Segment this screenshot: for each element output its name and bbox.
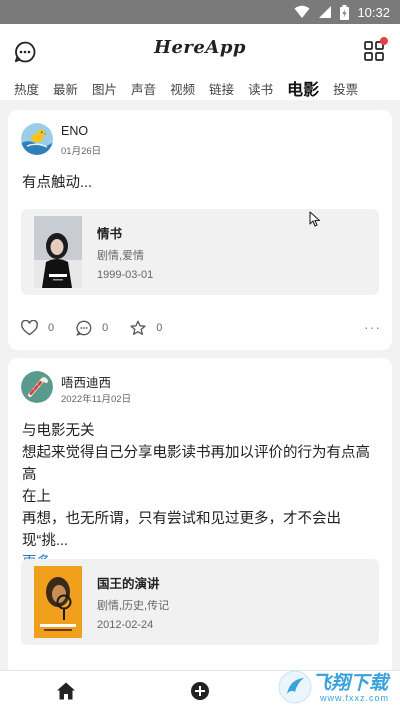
post-text-line: 与电影无关 bbox=[22, 423, 95, 439]
wifi-icon bbox=[294, 5, 310, 18]
comment-button[interactable]: 0 bbox=[76, 320, 108, 336]
author-name[interactable]: ENO bbox=[61, 124, 88, 138]
post-card[interactable]: 唔西迪西 2022年11月02日 与电影无关 想起来觉得自己分享电影读书再加以评… bbox=[8, 358, 392, 678]
tab-movies[interactable]: 电影 bbox=[287, 76, 319, 100]
status-time: 10:32 bbox=[357, 4, 390, 20]
movie-genre: 剧情,历史,传记 bbox=[97, 600, 170, 612]
apps-grid-icon[interactable] bbox=[363, 37, 388, 62]
movie-title: 国王的演讲 bbox=[97, 577, 160, 591]
tab-books[interactable]: 读书 bbox=[248, 79, 273, 98]
star-count: 0 bbox=[156, 322, 163, 334]
app-header: HereApp 热度 最新 图片 声音 视频 链接 读书 电影 投票 bbox=[0, 24, 400, 100]
watermark-logo: 飞翔下载 www.fxxz.com bbox=[278, 664, 398, 710]
tab-audio[interactable]: 声音 bbox=[131, 79, 156, 98]
star-icon bbox=[130, 320, 146, 335]
tab-links[interactable]: 链接 bbox=[209, 79, 234, 98]
heart-icon bbox=[21, 320, 38, 336]
comment-count: 0 bbox=[102, 322, 109, 334]
post-date: 01月26日 bbox=[61, 146, 102, 157]
signal-icon bbox=[319, 6, 332, 18]
tab-hot[interactable]: 热度 bbox=[14, 79, 39, 98]
watermark-text: 飞翔下载 bbox=[312, 673, 389, 694]
app-title: HereApp bbox=[153, 37, 247, 58]
post-text-line: 想起来觉得自己分享电影读书再加以评价的行为有点高高 bbox=[22, 445, 370, 483]
more-options-icon[interactable]: ··· bbox=[364, 320, 381, 334]
category-tabs: 热度 最新 图片 声音 视频 链接 读书 电影 投票 bbox=[0, 76, 400, 100]
post-text[interactable]: 与电影无关 想起来觉得自己分享电影读书再加以评价的行为有点高高 在上 再想，也无… bbox=[22, 420, 378, 574]
movie-poster bbox=[34, 566, 82, 638]
movie-attachment[interactable]: 国王的演讲 剧情,历史,传记 2012-02-24 bbox=[21, 559, 379, 645]
post-actions: 0 0 0 ··· bbox=[21, 317, 381, 339]
star-button[interactable]: 0 bbox=[130, 320, 162, 336]
movie-genre: 剧情,爱情 bbox=[97, 250, 145, 262]
comment-icon bbox=[76, 320, 92, 336]
add-post-icon[interactable] bbox=[190, 681, 210, 701]
movie-title: 情书 bbox=[97, 227, 123, 241]
movie-attachment[interactable]: 情书 剧情,爱情 1999-03-01 bbox=[21, 209, 379, 295]
like-button[interactable]: 0 bbox=[21, 320, 54, 336]
author-name[interactable]: 唔西迪西 bbox=[61, 372, 111, 391]
battery-icon bbox=[340, 4, 350, 20]
avatar[interactable] bbox=[21, 123, 53, 155]
movie-release-date: 1999-03-01 bbox=[97, 269, 154, 281]
post-date: 2022年11月02日 bbox=[61, 394, 132, 405]
notification-dot bbox=[380, 37, 388, 45]
post-text[interactable]: 有点触动... bbox=[22, 172, 378, 194]
tab-images[interactable]: 图片 bbox=[92, 79, 117, 98]
home-icon[interactable] bbox=[56, 681, 76, 701]
movie-release-date: 2012-02-24 bbox=[97, 619, 154, 631]
like-count: 0 bbox=[48, 322, 55, 334]
movie-poster bbox=[34, 216, 82, 288]
tab-polls[interactable]: 投票 bbox=[333, 79, 358, 98]
mouse-cursor-icon bbox=[309, 211, 321, 227]
avatar[interactable] bbox=[21, 371, 53, 403]
post-text-line: 在上 bbox=[22, 489, 51, 505]
post-text-line: 有点触动... bbox=[22, 175, 93, 191]
post-card[interactable]: ENO 01月26日 有点触动... 情书 剧情,爱情 1999-03-01 0… bbox=[8, 110, 392, 350]
status-bar: 10:32 bbox=[0, 0, 400, 24]
tab-latest[interactable]: 最新 bbox=[53, 79, 78, 98]
post-text-line: 再想，也无所谓，只有尝试和见过更多，才不会出现“挑... bbox=[22, 511, 341, 549]
tab-video[interactable]: 视频 bbox=[170, 79, 195, 98]
watermark-subtext: www.fxxz.com bbox=[320, 693, 390, 703]
watermark-icon bbox=[278, 670, 312, 704]
